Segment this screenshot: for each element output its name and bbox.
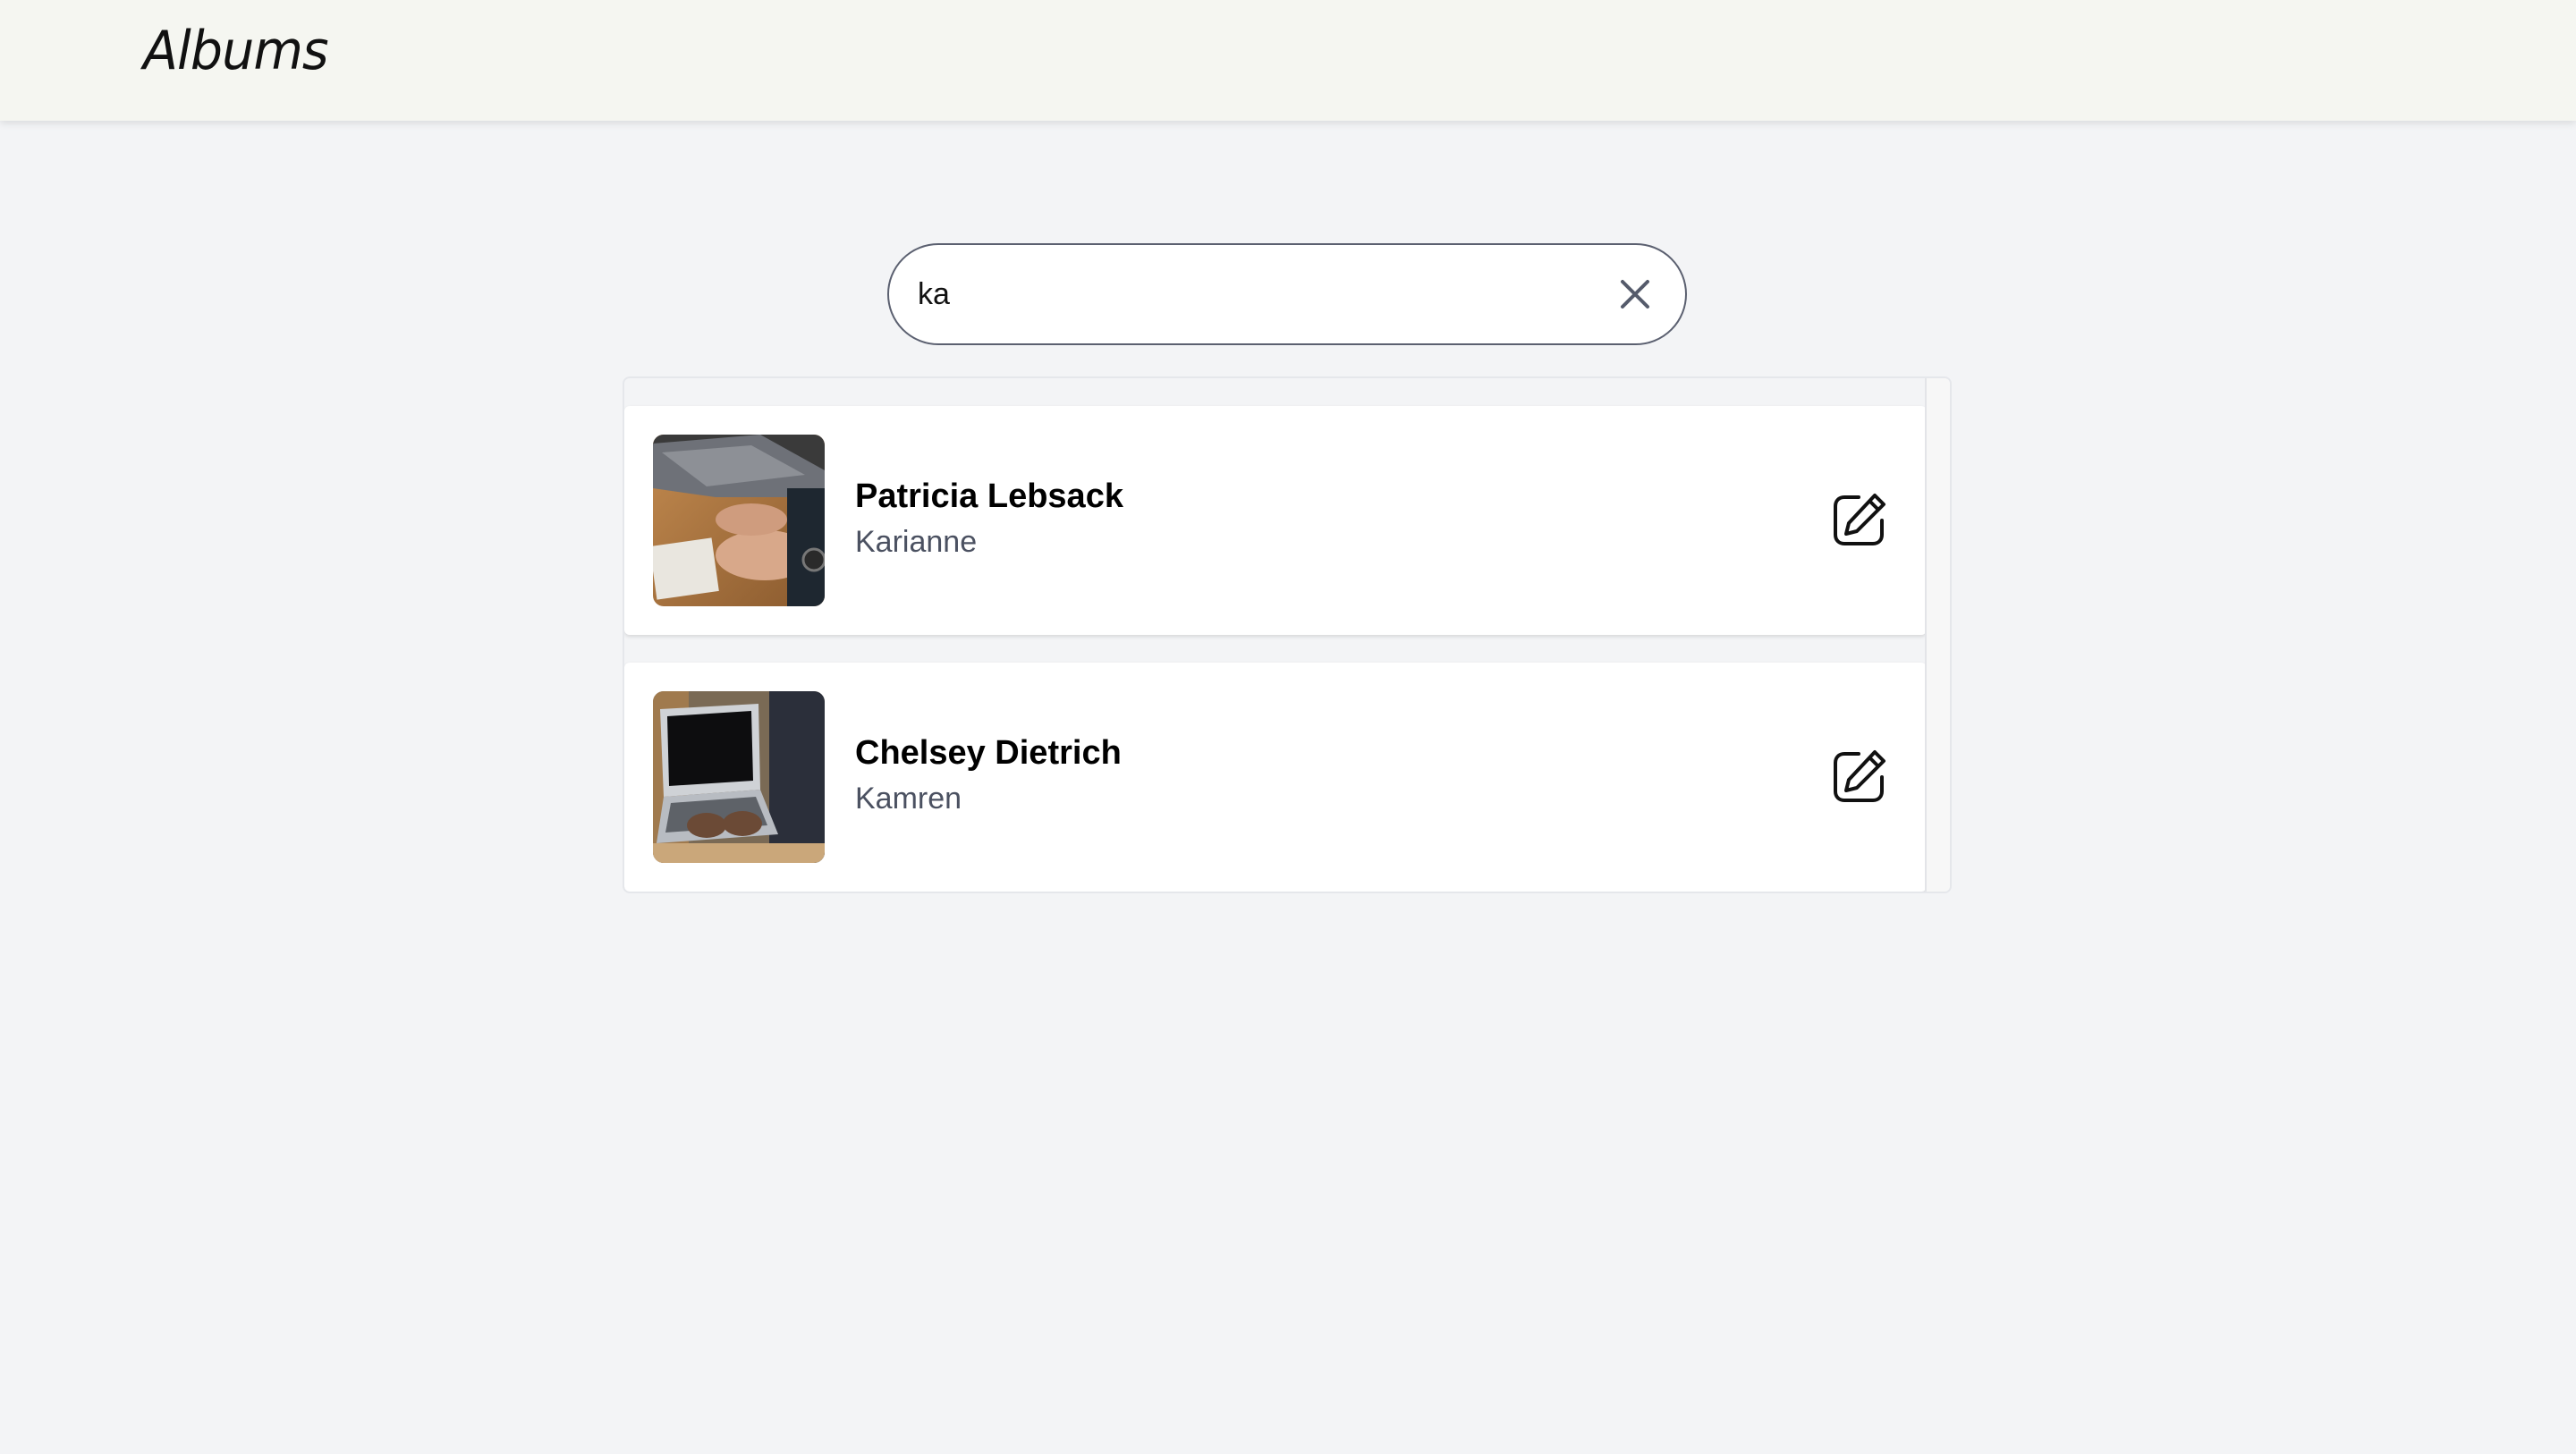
edit-button[interactable] <box>1828 490 1889 551</box>
edit-icon <box>1834 750 1885 802</box>
album-title: Patricia Lebsack <box>855 478 1123 515</box>
album-title: Chelsey Dietrich <box>855 734 1122 772</box>
search-input[interactable] <box>918 245 1580 343</box>
close-icon <box>1621 280 1649 309</box>
results-list: Patricia Lebsack Karianne Chelsey Dietri… <box>623 376 1952 893</box>
app-title[interactable]: Albums <box>143 20 329 82</box>
app-header: Albums <box>0 0 2576 121</box>
search-bar <box>887 243 1687 345</box>
album-subtitle: Kamren <box>855 782 962 816</box>
list-item[interactable]: Chelsey Dietrich Kamren <box>624 663 1927 892</box>
list-item[interactable]: Patricia Lebsack Karianne <box>624 406 1927 635</box>
album-subtitle: Karianne <box>855 525 978 559</box>
edit-icon <box>1834 494 1885 545</box>
clear-search-button[interactable] <box>1610 269 1660 319</box>
scrollbar[interactable] <box>1925 378 1950 892</box>
album-thumbnail <box>653 435 825 606</box>
album-thumbnail <box>653 691 825 863</box>
edit-button[interactable] <box>1828 747 1889 807</box>
